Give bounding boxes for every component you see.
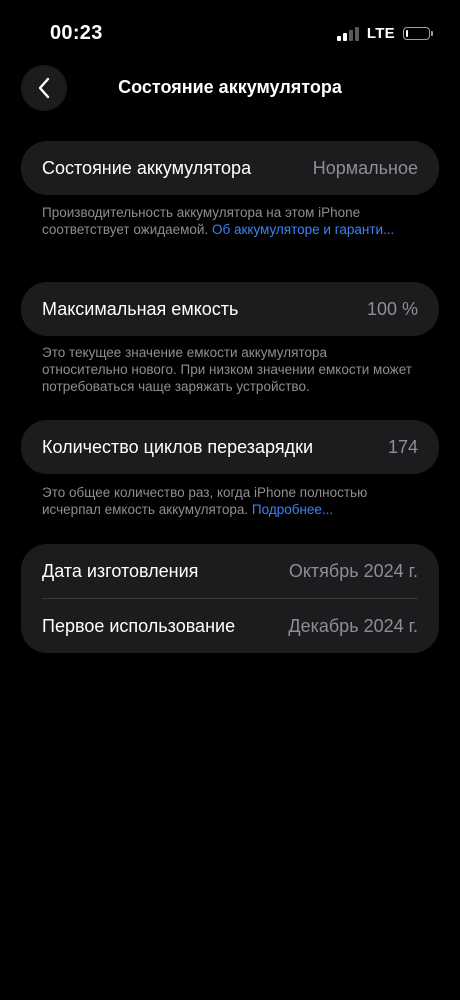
- max-capacity-label: Максимальная емкость: [42, 298, 239, 319]
- first-use-value: Декабрь 2024 г.: [288, 615, 418, 636]
- cycle-count-value: 174: [387, 436, 418, 457]
- max-capacity-footnote: Это текущее значение емкости аккумулятор…: [42, 344, 412, 395]
- cycle-count-card: Количество циклов перезарядки 174: [21, 420, 439, 474]
- first-use-row: Первое использование Декабрь 2024 г.: [21, 599, 439, 653]
- battery-health-label: Состояние аккумулятора: [42, 157, 252, 178]
- manufacture-date-value: Октябрь 2024 г.: [288, 560, 418, 581]
- manufacture-date-label: Дата изготовления: [42, 560, 199, 581]
- manufacture-date-row: Дата изготовления Октябрь 2024 г.: [21, 544, 439, 598]
- status-indicators: LTE: [336, 25, 433, 42]
- status-bar: 00:23 LTE: [0, 0, 460, 70]
- cycle-count-row: Количество циклов перезарядки 174: [21, 420, 439, 474]
- battery-health-value: Нормальное: [312, 157, 418, 178]
- cellular-signal-icon: [336, 26, 359, 41]
- battery-icon: [403, 27, 433, 40]
- status-time: 00:23: [50, 22, 103, 44]
- navigation-bar: Состояние аккумулятора: [0, 64, 460, 114]
- page-title: Состояние аккумулятора: [118, 77, 342, 97]
- cycle-count-label: Количество циклов перезарядки: [42, 436, 314, 457]
- max-capacity-card: Максимальная емкость 100 %: [21, 282, 439, 336]
- battery-warranty-link[interactable]: Об аккумуляторе и гаранти...: [212, 222, 394, 237]
- battery-health-row: Состояние аккумулятора Нормальное: [21, 141, 439, 195]
- max-capacity-footnote-text: Это текущее значение емкости аккумулятор…: [42, 345, 412, 394]
- first-use-label: Первое использование: [42, 615, 236, 636]
- network-type: LTE: [366, 25, 395, 42]
- dates-card: Дата изготовления Октябрь 2024 г. Первое…: [21, 544, 439, 653]
- learn-more-link[interactable]: Подробнее...: [252, 502, 333, 517]
- battery-health-card: Состояние аккумулятора Нормальное: [21, 141, 439, 195]
- max-capacity-value: 100 %: [366, 298, 418, 319]
- max-capacity-row: Максимальная емкость 100 %: [21, 282, 439, 336]
- cycle-count-footnote: Это общее количество раз, когда iPhone п…: [42, 484, 412, 518]
- battery-health-footnote: Производительность аккумулятора на этом …: [42, 204, 412, 238]
